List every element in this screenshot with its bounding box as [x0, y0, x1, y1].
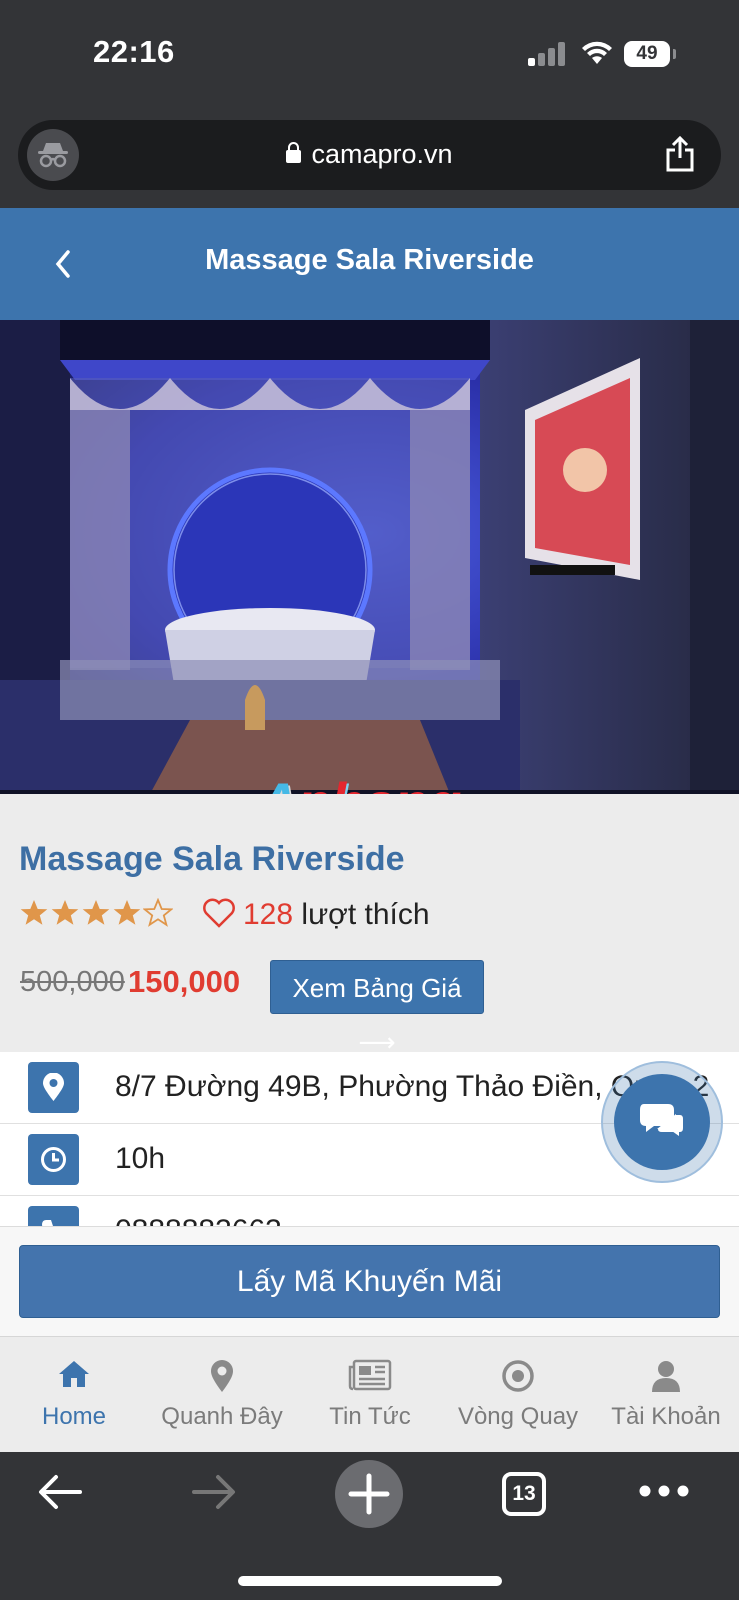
cellular-signal-icon	[528, 42, 568, 66]
more-options-icon[interactable]	[638, 1484, 690, 1498]
shop-info: Massage Sala Riverside 128 lượt thích 50…	[0, 794, 739, 1057]
nav-nearby[interactable]: Quanh Đây	[148, 1337, 296, 1453]
browser-forward-icon[interactable]	[190, 1472, 238, 1512]
star-filled-icon	[82, 900, 110, 925]
url-text[interactable]: camapro.vn	[18, 139, 721, 170]
shop-name: Massage Sala Riverside	[19, 840, 405, 878]
address-bar[interactable]: camapro.vn	[18, 120, 721, 190]
url-domain: camapro.vn	[311, 139, 453, 169]
phone-row[interactable]: 0888883663	[0, 1196, 739, 1226]
phone-text: 0888883663	[115, 1214, 282, 1226]
status-bar: 22:16 49	[0, 0, 739, 110]
status-time: 22:16	[93, 34, 175, 69]
browser-address-area: camapro.vn	[0, 110, 739, 208]
browser-back-icon[interactable]	[36, 1472, 84, 1512]
rating-stars	[19, 898, 174, 928]
nav-news[interactable]: Tin Tức	[296, 1337, 444, 1453]
nav-lucky-wheel[interactable]: Vòng Quay	[444, 1337, 592, 1453]
view-price-list-button[interactable]: Xem Bảng Giá ⟶	[270, 960, 484, 1057]
bottom-navigation: Home Quanh Đây Tin Tức Vòng Quay Tài Kho…	[0, 1336, 739, 1452]
nav-lucky-wheel-label: Vòng Quay	[457, 1403, 579, 1430]
chat-button[interactable]	[601, 1061, 723, 1183]
chat-bubbles-icon	[640, 1104, 685, 1140]
star-filled-icon	[51, 900, 79, 925]
nav-nearby-label: Quanh Đây	[161, 1403, 283, 1430]
hours-text: 10h	[115, 1142, 166, 1175]
nav-account[interactable]: Tài Khoản	[592, 1337, 739, 1453]
nav-home[interactable]: Home	[0, 1337, 148, 1453]
nav-account-label: Tài Khoản	[611, 1403, 721, 1430]
browser-toolbar: 13	[0, 1452, 739, 1600]
target-icon	[502, 1360, 534, 1392]
location-pin-icon	[28, 1062, 79, 1113]
share-icon[interactable]	[665, 136, 695, 172]
clock-icon	[28, 1134, 79, 1185]
plus-icon	[348, 1473, 390, 1515]
heart-icon[interactable]	[202, 898, 236, 928]
star-filled-icon	[113, 900, 141, 925]
likes-count: 128 lượt thích	[243, 898, 430, 932]
likes-number: 128	[243, 898, 294, 931]
app-header: Massage Sala Riverside	[0, 208, 739, 320]
hero-image	[0, 320, 739, 794]
home-indicator	[238, 1576, 502, 1586]
nav-home-label: Home	[41, 1403, 107, 1430]
page-title: Massage Sala Riverside	[205, 244, 534, 276]
cta-bar: Lấy Mã Khuyến Mãi	[0, 1226, 739, 1336]
battery-indicator: 49	[624, 41, 676, 67]
new-tab-button[interactable]	[335, 1460, 403, 1528]
home-icon	[59, 1361, 89, 1387]
tab-count-button[interactable]: 13	[502, 1472, 546, 1516]
phone-icon	[28, 1206, 79, 1226]
star-empty-icon	[143, 898, 173, 927]
lock-icon	[286, 142, 302, 163]
user-icon	[652, 1361, 680, 1392]
wifi-icon	[582, 41, 612, 64]
map-pin-icon	[211, 1360, 233, 1392]
likes-label: lượt thích	[301, 898, 430, 931]
get-promo-code-button[interactable]: Lấy Mã Khuyến Mãi	[19, 1245, 720, 1318]
nav-news-label: Tin Tức	[329, 1403, 411, 1430]
newspaper-icon	[348, 1359, 392, 1391]
star-filled-icon	[20, 900, 48, 925]
old-price: 500,000	[20, 966, 125, 998]
new-price: 150,000	[128, 964, 241, 999]
